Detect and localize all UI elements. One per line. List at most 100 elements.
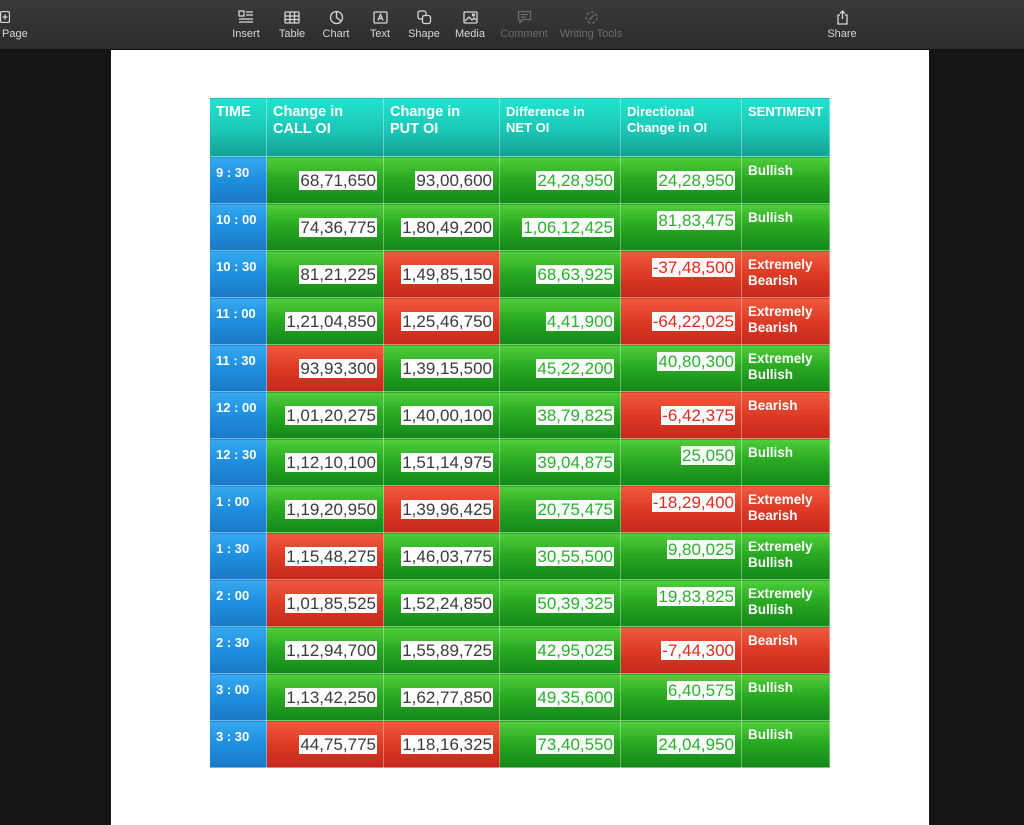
put-oi-cell[interactable]: 1,46,03,775 bbox=[383, 532, 500, 580]
sentiment-cell[interactable]: Extremely Bullish bbox=[740, 579, 831, 627]
comment-button[interactable]: Comment bbox=[497, 0, 551, 50]
sentiment-cell[interactable]: Extremely Bearish bbox=[740, 250, 831, 298]
writing-tools-button[interactable]: Writing Tools bbox=[556, 0, 626, 50]
add-page-button[interactable]: Page bbox=[0, 0, 30, 50]
time-cell[interactable]: 1 : 00 bbox=[209, 485, 267, 533]
text-box-icon bbox=[372, 10, 388, 24]
directional-cell[interactable]: -64,22,025 bbox=[620, 297, 742, 345]
put-oi-cell[interactable]: 93,00,600 bbox=[383, 156, 500, 204]
net-oi-cell[interactable]: 73,40,550 bbox=[499, 720, 621, 768]
put-oi-cell[interactable]: 1,40,00,100 bbox=[383, 391, 500, 439]
directional-cell[interactable]: 24,28,950 bbox=[620, 156, 742, 204]
directional-cell[interactable]: -18,29,400 bbox=[620, 485, 742, 533]
net-oi-cell[interactable]: 38,79,825 bbox=[499, 391, 621, 439]
text-button[interactable]: Text bbox=[362, 0, 398, 50]
directional-cell[interactable]: 9,80,025 bbox=[620, 532, 742, 580]
header-time: TIME bbox=[209, 97, 267, 157]
directional-cell[interactable]: -7,44,300 bbox=[620, 626, 742, 674]
directional-cell[interactable]: -6,42,375 bbox=[620, 391, 742, 439]
net-oi-cell[interactable]: 45,22,200 bbox=[499, 344, 621, 392]
call-oi-cell[interactable]: 68,71,650 bbox=[266, 156, 384, 204]
call-oi-cell[interactable]: 74,36,775 bbox=[266, 203, 384, 251]
call-oi-cell[interactable]: 1,12,10,100 bbox=[266, 438, 384, 486]
net-oi-cell[interactable]: 68,63,925 bbox=[499, 250, 621, 298]
time-cell[interactable]: 12 : 30 bbox=[209, 438, 267, 486]
net-oi-cell[interactable]: 20,75,475 bbox=[499, 485, 621, 533]
put-oi-cell[interactable]: 1,18,16,325 bbox=[383, 720, 500, 768]
time-cell[interactable]: 10 : 30 bbox=[209, 250, 267, 298]
time-cell[interactable]: 11 : 00 bbox=[209, 297, 267, 345]
call-oi-cell[interactable]: 81,21,225 bbox=[266, 250, 384, 298]
put-oi-cell[interactable]: 1,51,14,975 bbox=[383, 438, 500, 486]
sentiment-cell[interactable]: Bullish bbox=[740, 156, 831, 204]
sentiment-cell[interactable]: Bearish bbox=[740, 626, 831, 674]
table-button[interactable]: Table bbox=[274, 0, 310, 50]
time-cell[interactable]: 1 : 30 bbox=[209, 532, 267, 580]
sentiment-cell[interactable]: Extremely Bearish bbox=[740, 297, 831, 345]
insert-button[interactable]: Insert bbox=[226, 0, 266, 50]
sentiment-cell[interactable]: Bearish bbox=[740, 391, 831, 439]
sentiment-cell[interactable]: Extremely Bearish bbox=[740, 485, 831, 533]
net-oi-cell[interactable]: 50,39,325 bbox=[499, 579, 621, 627]
net-oi-cell[interactable]: 1,06,12,425 bbox=[499, 203, 621, 251]
net-oi-cell[interactable]: 42,95,025 bbox=[499, 626, 621, 674]
time-cell[interactable]: 9 : 30 bbox=[209, 156, 267, 204]
directional-cell[interactable]: 6,40,575 bbox=[620, 673, 742, 721]
media-button[interactable]: Media bbox=[450, 0, 490, 50]
net-oi-cell[interactable]: 30,55,500 bbox=[499, 532, 621, 580]
sentiment-cell[interactable]: Extremely Bullish bbox=[740, 532, 831, 580]
shape-button[interactable]: Shape bbox=[404, 0, 444, 50]
call-oi-value: 81,21,225 bbox=[299, 265, 377, 284]
net-oi-cell[interactable]: 39,04,875 bbox=[499, 438, 621, 486]
put-oi-cell[interactable]: 1,52,24,850 bbox=[383, 579, 500, 627]
oi-table[interactable]: TIME Change in CALL OI Change in PUT OI … bbox=[209, 97, 831, 768]
sentiment-cell[interactable]: Bullish bbox=[740, 673, 831, 721]
put-oi-value: 1,25,46,750 bbox=[401, 312, 493, 331]
directional-cell[interactable]: -37,48,500 bbox=[620, 250, 742, 298]
put-oi-cell[interactable]: 1,39,96,425 bbox=[383, 485, 500, 533]
call-oi-value: 93,93,300 bbox=[299, 359, 377, 378]
put-oi-value: 1,18,16,325 bbox=[401, 735, 493, 754]
share-button[interactable]: Share bbox=[824, 0, 860, 50]
put-oi-cell[interactable]: 1,80,49,200 bbox=[383, 203, 500, 251]
directional-value: 9,80,025 bbox=[666, 540, 735, 559]
put-oi-value: 1,46,03,775 bbox=[401, 547, 493, 566]
net-oi-cell[interactable]: 49,35,600 bbox=[499, 673, 621, 721]
call-oi-cell[interactable]: 1,19,20,950 bbox=[266, 485, 384, 533]
put-oi-value: 1,39,15,500 bbox=[401, 359, 493, 378]
put-oi-cell[interactable]: 1,49,85,150 bbox=[383, 250, 500, 298]
sentiment-cell[interactable]: Extremely Bullish bbox=[740, 344, 831, 392]
time-cell[interactable]: 3 : 00 bbox=[209, 673, 267, 721]
call-oi-cell[interactable]: 1,12,94,700 bbox=[266, 626, 384, 674]
chart-button[interactable]: Chart bbox=[318, 0, 354, 50]
time-cell[interactable]: 11 : 30 bbox=[209, 344, 267, 392]
put-oi-cell[interactable]: 1,62,77,850 bbox=[383, 673, 500, 721]
call-oi-cell[interactable]: 93,93,300 bbox=[266, 344, 384, 392]
call-oi-cell[interactable]: 1,01,85,525 bbox=[266, 579, 384, 627]
time-cell[interactable]: 10 : 00 bbox=[209, 203, 267, 251]
put-oi-cell[interactable]: 1,39,15,500 bbox=[383, 344, 500, 392]
call-oi-cell[interactable]: 1,01,20,275 bbox=[266, 391, 384, 439]
net-oi-cell[interactable]: 4,41,900 bbox=[499, 297, 621, 345]
put-oi-cell[interactable]: 1,25,46,750 bbox=[383, 297, 500, 345]
time-cell[interactable]: 3 : 30 bbox=[209, 720, 267, 768]
call-oi-value: 1,21,04,850 bbox=[285, 312, 377, 331]
directional-cell[interactable]: 24,04,950 bbox=[620, 720, 742, 768]
call-oi-cell[interactable]: 1,21,04,850 bbox=[266, 297, 384, 345]
directional-cell[interactable]: 81,83,475 bbox=[620, 203, 742, 251]
directional-cell[interactable]: 19,83,825 bbox=[620, 579, 742, 627]
call-oi-cell[interactable]: 1,15,48,275 bbox=[266, 532, 384, 580]
call-oi-cell[interactable]: 1,13,42,250 bbox=[266, 673, 384, 721]
time-cell[interactable]: 2 : 00 bbox=[209, 579, 267, 627]
directional-cell[interactable]: 40,80,300 bbox=[620, 344, 742, 392]
call-oi-cell[interactable]: 44,75,775 bbox=[266, 720, 384, 768]
net-oi-cell[interactable]: 24,28,950 bbox=[499, 156, 621, 204]
directional-cell[interactable]: 25,050 bbox=[620, 438, 742, 486]
document-page[interactable]: TIME Change in CALL OI Change in PUT OI … bbox=[111, 50, 929, 825]
sentiment-cell[interactable]: Bullish bbox=[740, 438, 831, 486]
time-cell[interactable]: 12 : 00 bbox=[209, 391, 267, 439]
sentiment-cell[interactable]: Bullish bbox=[740, 203, 831, 251]
time-cell[interactable]: 2 : 30 bbox=[209, 626, 267, 674]
put-oi-cell[interactable]: 1,55,89,725 bbox=[383, 626, 500, 674]
sentiment-cell[interactable]: Bullish bbox=[740, 720, 831, 768]
